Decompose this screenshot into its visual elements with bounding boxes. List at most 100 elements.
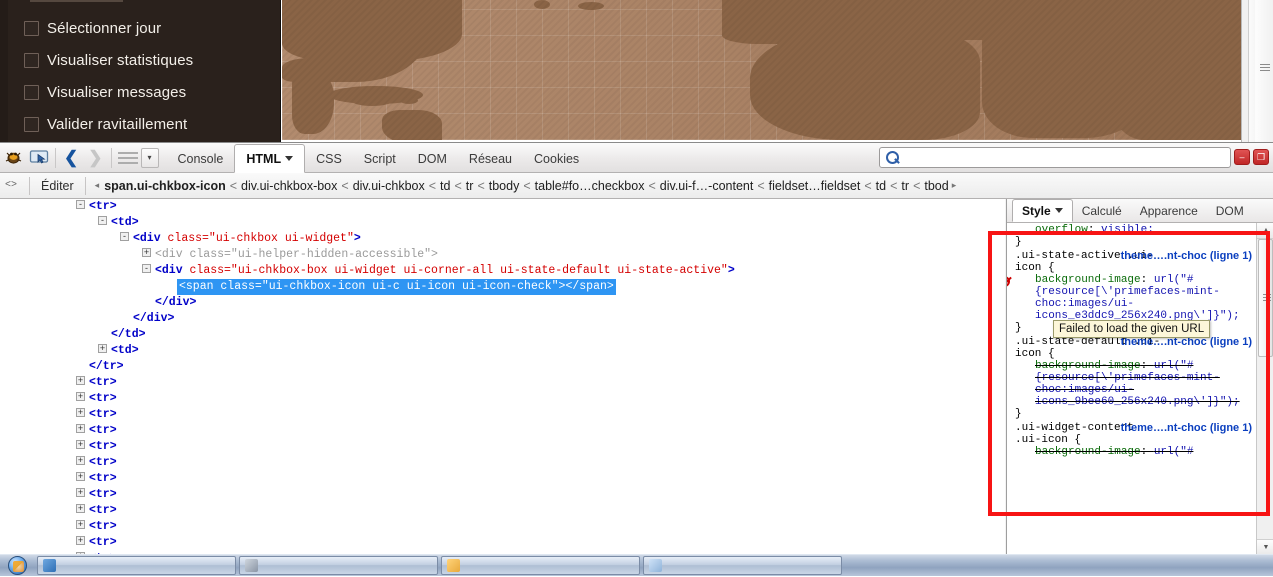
tab-calcule[interactable]: Calculé — [1073, 199, 1131, 222]
code-line[interactable]: +<tr> — [0, 455, 1005, 471]
collapse-twisty-icon[interactable]: - — [76, 200, 85, 210]
css-rule-ui-widget-content[interactable]: .ui-widget-content .ui-icon { theme….nt-… — [1007, 421, 1273, 459]
breadcrumb-item[interactable]: tr — [901, 179, 909, 193]
expand-twisty-icon[interactable]: + — [98, 344, 107, 354]
tab-css[interactable]: CSS — [305, 144, 353, 173]
breadcrumb-item[interactable]: tbody — [489, 179, 520, 193]
css-source-link[interactable]: theme….nt-choc (ligne 1) — [1121, 250, 1252, 262]
collapse-twisty-icon[interactable]: - — [98, 216, 107, 226]
start-button[interactable] — [0, 555, 34, 577]
breadcrumb-item[interactable]: tr — [466, 179, 474, 193]
checkbox-selectionner-jour[interactable] — [24, 21, 39, 36]
scrollbar-thumb[interactable] — [1258, 239, 1273, 357]
code-line[interactable]: + <td> — [0, 343, 1005, 359]
breadcrumb-item[interactable]: td — [440, 179, 450, 193]
expand-twisty-icon[interactable]: + — [76, 392, 85, 402]
code-line[interactable]: + <div class="ui-helper-hidden-accessible… — [0, 247, 1005, 263]
code-line[interactable]: +<tr> — [0, 503, 1005, 519]
tab-dom[interactable]: DOM — [407, 144, 458, 173]
expand-twisty-icon[interactable]: + — [76, 536, 85, 546]
tab-style[interactable]: Style — [1012, 199, 1073, 222]
code-line[interactable]: </tr> — [0, 359, 1005, 375]
expand-twisty-icon[interactable]: + — [76, 472, 85, 482]
checkbox-visualiser-messages[interactable] — [24, 85, 39, 100]
expand-twisty-icon[interactable]: + — [76, 520, 85, 530]
breadcrumb-scroll-right-icon[interactable]: ▸ — [952, 180, 957, 191]
code-line[interactable]: </div> — [0, 295, 1005, 311]
code-line[interactable]: +<tr> — [0, 423, 1005, 439]
expand-twisty-icon[interactable]: + — [142, 248, 151, 258]
checkbox-visualiser-statistiques[interactable] — [24, 53, 39, 68]
code-line[interactable]: +<tr> — [0, 519, 1005, 535]
taskbar-item-3[interactable] — [643, 556, 842, 575]
breadcrumb-item[interactable]: tbod — [924, 179, 948, 193]
style-panel-scrollbar[interactable]: ▲ ▼ — [1256, 223, 1273, 555]
scrollbar-track[interactable] — [1248, 0, 1273, 142]
breadcrumb-scroll-left-icon[interactable]: ◂ — [95, 180, 100, 191]
css-rule-partial[interactable]: overflow: visible; } — [1007, 223, 1273, 249]
code-line[interactable]: </div> — [0, 311, 1005, 327]
menu-lines-icon[interactable] — [115, 146, 141, 170]
expand-twisty-icon[interactable]: + — [76, 376, 85, 386]
breadcrumb-item[interactable]: span.ui-chkbox-icon — [104, 179, 226, 193]
checkbox-row-3[interactable]: Valider ravitaillement — [24, 116, 187, 133]
toolbar-dropdown-button[interactable]: ▾ — [140, 147, 159, 168]
breadcrumb-item[interactable]: table#fo…checkbox — [535, 179, 645, 193]
firebug-bug-icon[interactable] — [0, 146, 26, 170]
expand-twisty-icon[interactable]: + — [76, 488, 85, 498]
breadcrumb-item[interactable]: div.ui-chkbox — [353, 179, 425, 193]
tab-html[interactable]: HTML — [234, 144, 306, 173]
code-line[interactable]: +<tr> — [0, 439, 1005, 455]
tab-reseau[interactable]: Réseau — [458, 144, 523, 173]
code-brackets-icon[interactable]: <> — [0, 180, 22, 191]
code-line[interactable]: +<tr> — [0, 471, 1005, 487]
checkbox-row-1[interactable]: Visualiser statistiques — [24, 52, 193, 69]
selected-node[interactable]: <span class="ui-chkbox-icon ui-c ui-icon… — [177, 279, 616, 295]
nav-forward-button[interactable]: ❯ — [83, 148, 107, 168]
page-vertical-scrollbar[interactable] — [1241, 0, 1273, 142]
tab-dom-side[interactable]: DOM — [1207, 199, 1253, 222]
code-line[interactable]: - <tr> — [0, 199, 1005, 215]
collapse-twisty-icon[interactable]: - — [120, 232, 129, 242]
checkbox-valider-ravitaillement[interactable] — [24, 117, 39, 132]
search-input[interactable] — [904, 149, 1224, 166]
expand-twisty-icon[interactable]: + — [76, 504, 85, 514]
css-declaration[interactable]: background-image: url("#{resource[\'prim… — [1007, 274, 1270, 322]
chevron-down-icon[interactable] — [285, 156, 294, 161]
breadcrumb-item[interactable]: div.ui-chkbox-box — [241, 179, 337, 193]
maximize-button[interactable]: ❐ — [1253, 149, 1269, 165]
code-line[interactable]: +<tr> — [0, 535, 1005, 551]
chevron-down-icon[interactable] — [1054, 208, 1063, 213]
scroll-up-button[interactable]: ▲ — [1257, 223, 1273, 239]
tab-script[interactable]: Script — [353, 144, 407, 173]
code-line[interactable]: +<tr> — [0, 487, 1005, 503]
search-box[interactable] — [879, 147, 1231, 168]
code-line[interactable]: +<tr> — [0, 375, 1005, 391]
code-line[interactable]: - <td> — [0, 215, 1005, 231]
taskbar-item-1[interactable] — [239, 556, 438, 575]
expand-twisty-icon[interactable]: + — [76, 408, 85, 418]
expand-twisty-icon[interactable]: + — [76, 440, 85, 450]
css-rules-list[interactable]: overflow: visible; } .ui-state-active .u… — [1007, 223, 1273, 555]
css-declaration[interactable]: background-image: url("#{resource[\'prim… — [1015, 360, 1270, 408]
code-line[interactable]: +<tr> — [0, 407, 1005, 423]
checkbox-row-2[interactable]: Visualiser messages — [24, 84, 186, 101]
tab-apparence[interactable]: Apparence — [1131, 199, 1207, 222]
collapse-twisty-icon[interactable]: - — [142, 264, 151, 274]
taskbar-item-0[interactable] — [37, 556, 236, 575]
taskbar-item-2[interactable] — [441, 556, 640, 575]
expand-twisty-icon[interactable]: + — [76, 424, 85, 434]
breadcrumb-item[interactable]: fieldset…fieldset — [769, 179, 861, 193]
code-line[interactable]: </td> — [0, 327, 1005, 343]
code-line[interactable]: - <div class="ui-chkbox ui-widget"> — [0, 231, 1005, 247]
html-tree-panel[interactable]: - <tr> - <td> - <div class="ui-chkbox ui-widg… — [0, 199, 1005, 555]
expand-twisty-icon[interactable]: + — [76, 456, 85, 466]
code-line[interactable]: <span class="ui-chkbox-icon ui-c ui-icon… — [0, 279, 1005, 295]
code-line[interactable]: +<tr> — [0, 391, 1005, 407]
minimize-button[interactable]: – — [1234, 149, 1250, 165]
tab-cookies[interactable]: Cookies — [523, 144, 590, 173]
css-source-link[interactable]: theme….nt-choc (ligne 1) — [1121, 422, 1252, 434]
tab-console[interactable]: Console — [167, 144, 235, 173]
css-declaration[interactable]: overflow: visible; — [1015, 224, 1270, 236]
checkbox-row-0[interactable]: Sélectionner jour — [24, 20, 161, 37]
